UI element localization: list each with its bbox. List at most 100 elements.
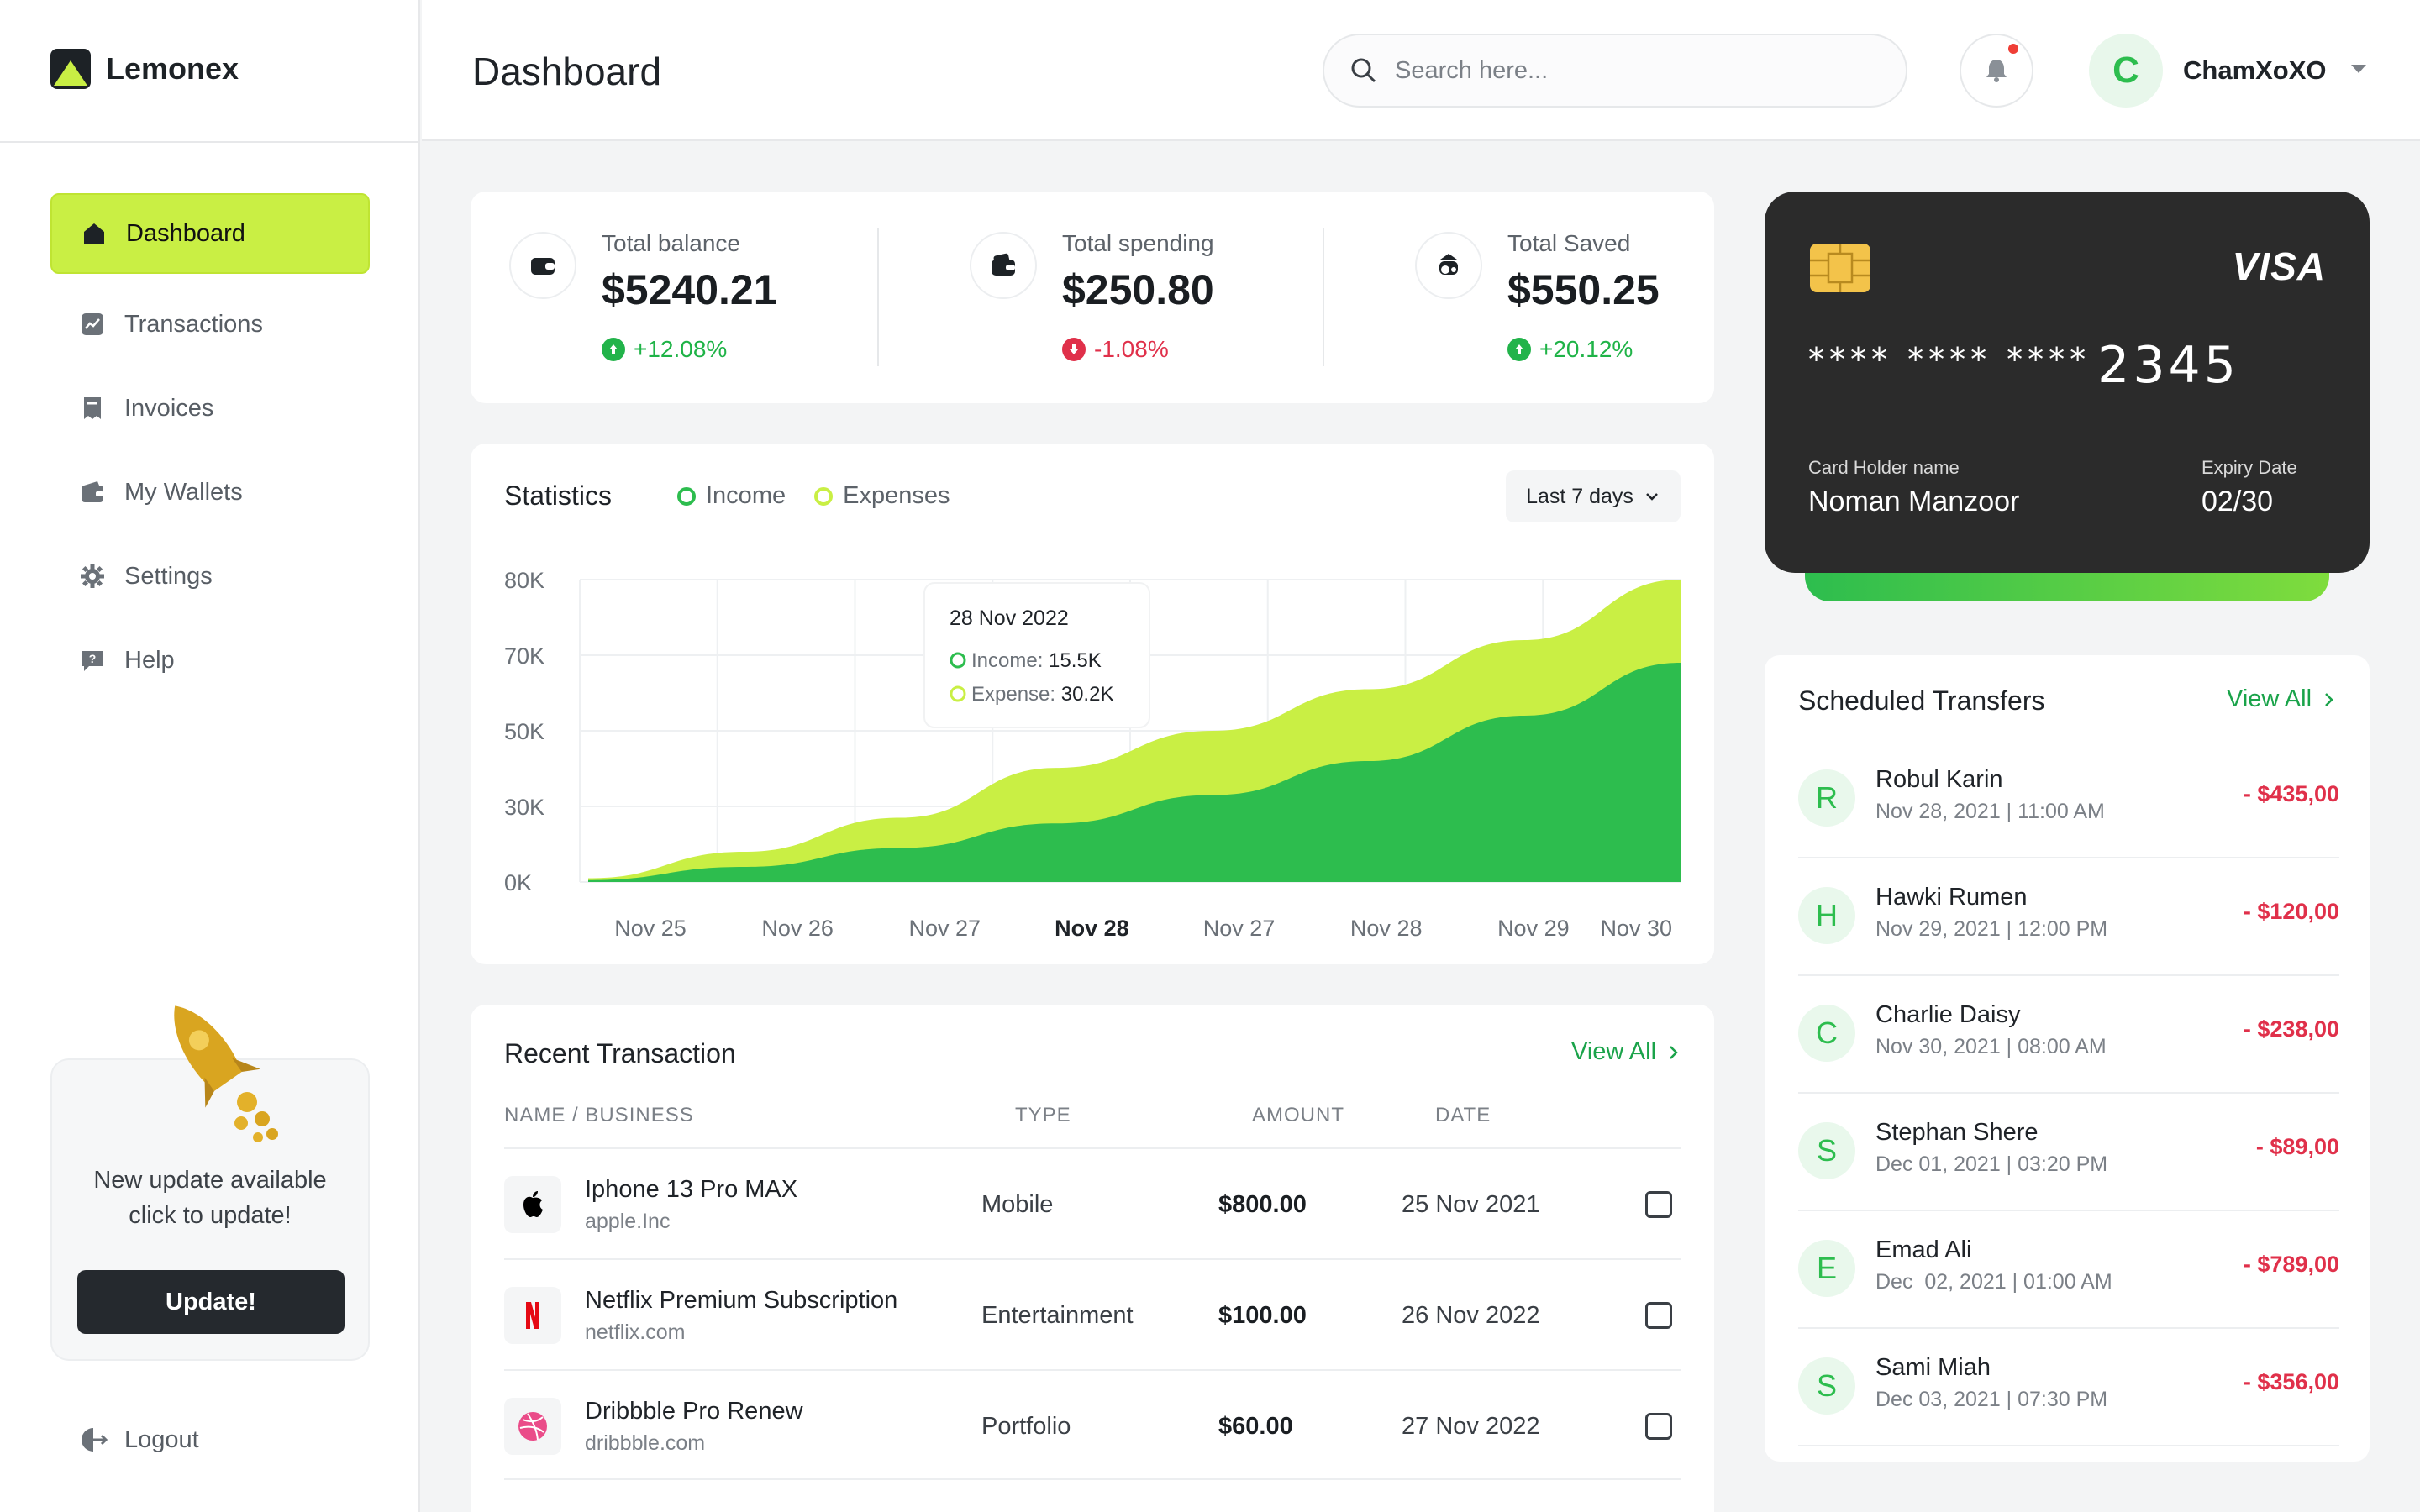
transfer-item[interactable]: E Emad Ali Dec 02, 2021 | 01:00 AM - $78… xyxy=(1798,1211,2339,1329)
table-row[interactable]: Netflix Premium Subscription netflix.com… xyxy=(504,1258,1681,1369)
sidebar-item-my-wallets[interactable]: My Wallets xyxy=(50,452,370,533)
row-date: 26 Nov 2022 xyxy=(1402,1302,1540,1329)
search-box[interactable] xyxy=(1323,34,1907,108)
page-title: Dashboard xyxy=(472,50,662,93)
tooltip-income-value: 15.5K xyxy=(1049,649,1102,672)
sidebar-divider xyxy=(0,141,420,143)
tooltip-date: 28 Nov 2022 xyxy=(950,606,1069,630)
statistics-chart[interactable]: 80K 70K 50K 30K 0K Nov 25 Nov 26 Nov 27 Nov 28 No… xyxy=(471,544,1714,964)
transfer-amount: - $238,00 xyxy=(2243,1016,2339,1042)
sidebar-item-label: Invoices xyxy=(124,394,214,422)
date-range-dropdown[interactable]: Last 7 days xyxy=(1506,470,1681,522)
legend-marker xyxy=(677,486,696,506)
recent-transactions-title: Recent Transaction xyxy=(504,1038,736,1068)
scheduled-transfers-card: Scheduled Transfers View All R Robul Kar… xyxy=(1765,655,2370,1462)
update-button[interactable]: Update! xyxy=(77,1270,345,1334)
row-name: Iphone 13 Pro MAX xyxy=(585,1176,798,1203)
chart-icon xyxy=(79,311,106,338)
table-row[interactable]: Iphone 13 Pro MAX apple.Inc Mobile $800.… xyxy=(504,1147,1681,1258)
transfer-date: Dec 02, 2021 | 01:00 AM xyxy=(1876,1270,2112,1294)
stat-change-value: +12.08% xyxy=(634,336,728,362)
row-checkbox[interactable] xyxy=(1645,1191,1672,1218)
sidebar: Lemonex Dashboard Transactions Invoices xyxy=(0,0,420,1512)
gear-icon xyxy=(79,563,106,590)
transfer-amount: - $435,00 xyxy=(2243,781,2339,806)
stat-label: Total balance xyxy=(602,230,741,256)
notifications-button[interactable] xyxy=(1960,34,2033,108)
chart-legend: Income Expenses xyxy=(677,482,978,510)
view-all-transfers-link[interactable]: View All xyxy=(2227,685,2337,713)
logo[interactable]: Lemonex xyxy=(50,49,239,89)
transfer-item[interactable]: C Charlie Daisy Nov 30, 2021 | 08:00 AM … xyxy=(1798,976,2339,1094)
avatar: H xyxy=(1798,887,1855,944)
avatar: C xyxy=(2089,34,2163,108)
transfer-item[interactable]: S Stephan Shere Dec 01, 2021 | 03:20 PM … xyxy=(1798,1094,2339,1211)
transfer-name: Emad Ali xyxy=(1876,1236,1972,1263)
chevron-right-icon xyxy=(1670,1045,1678,1059)
chevron-down-icon xyxy=(1646,493,1658,501)
search-input[interactable] xyxy=(1395,56,1865,85)
sidebar-item-label: Help xyxy=(124,646,175,674)
legend-label: Income xyxy=(706,482,786,509)
row-date: 25 Nov 2021 xyxy=(1402,1191,1540,1218)
row-name: Dribbble Pro Renew xyxy=(585,1398,803,1425)
row-business: netflix.com xyxy=(585,1320,686,1344)
sidebar-item-invoices[interactable]: Invoices xyxy=(50,368,370,449)
expiry-date: 02/30 xyxy=(2202,486,2274,517)
svg-text:?: ? xyxy=(89,652,97,665)
table-row[interactable]: Dribbble Pro Renew dribbble.com Portfoli… xyxy=(504,1369,1681,1480)
date-range-value: Last 7 days xyxy=(1526,484,1634,508)
x-tick-label: Nov 25 xyxy=(614,916,687,941)
credit-card[interactable]: VISA **** **** **** 2345 Card Holder name… xyxy=(1765,192,2370,573)
legend-expenses[interactable]: Expenses xyxy=(814,482,950,510)
x-tick-label: Nov 26 xyxy=(761,916,834,941)
user-menu[interactable]: C ChamXoXO xyxy=(2089,34,2369,108)
row-name: Netflix Premium Subscription xyxy=(585,1287,898,1314)
legend-marker xyxy=(814,486,834,506)
row-checkbox[interactable] xyxy=(1645,1413,1672,1440)
x-tick-label: Nov 29 xyxy=(1497,916,1570,941)
transfer-item[interactable]: H Hawki Rumen Nov 29, 2021 | 12:00 PM - … xyxy=(1798,858,2339,976)
piggy-bank-icon xyxy=(1415,232,1482,299)
wallet-icon xyxy=(509,232,576,299)
transfer-name: Hawki Rumen xyxy=(1876,884,2028,911)
avatar: R xyxy=(1798,769,1855,827)
transfer-item[interactable]: R Robul Karin Nov 28, 2021 | 11:00 AM - … xyxy=(1798,741,2339,858)
card-number-masked: **** **** **** xyxy=(1808,341,2091,378)
view-all-transactions-link[interactable]: View All xyxy=(1571,1038,1681,1066)
stat-change: -1.08% xyxy=(1062,336,1169,363)
transfer-date: Dec 01, 2021 | 03:20 PM xyxy=(1876,1152,2108,1176)
sidebar-item-dashboard[interactable]: Dashboard xyxy=(50,193,370,274)
bell-icon xyxy=(1986,60,2007,82)
sidebar-item-help[interactable]: ? Help xyxy=(50,620,370,701)
chevron-down-icon xyxy=(2349,59,2369,83)
app-name: Lemonex xyxy=(106,51,239,86)
stat-change-value: -1.08% xyxy=(1094,336,1169,362)
divider xyxy=(877,228,879,366)
transfer-item[interactable]: S Sami Miah Dec 03, 2021 | 07:30 PM - $3… xyxy=(1798,1329,2339,1446)
dribbble-icon xyxy=(504,1398,561,1455)
stat-label: Total Saved xyxy=(1507,230,1631,256)
netflix-icon xyxy=(504,1287,561,1344)
transfer-date: Nov 28, 2021 | 11:00 AM xyxy=(1876,800,2105,823)
row-date: 27 Nov 2022 xyxy=(1402,1413,1540,1440)
x-tick-label: Nov 27 xyxy=(909,916,981,941)
y-tick-label: 0K xyxy=(504,870,532,895)
x-tick-label: Nov 30 xyxy=(1600,916,1672,941)
avatar: E xyxy=(1798,1240,1855,1297)
legend-income[interactable]: Income xyxy=(677,482,786,510)
row-checkbox[interactable] xyxy=(1645,1302,1672,1329)
logout-button[interactable]: Logout xyxy=(79,1425,199,1455)
sidebar-item-settings[interactable]: Settings xyxy=(50,536,370,617)
transfer-amount: - $120,00 xyxy=(2243,899,2339,924)
row-amount: $100.00 xyxy=(1218,1302,1307,1329)
sidebar-item-transactions[interactable]: Transactions xyxy=(50,284,370,365)
stat-value: $5240.21 xyxy=(602,266,777,313)
home-icon xyxy=(81,220,108,247)
expiry-label: Expiry Date xyxy=(2202,457,2297,478)
row-type: Mobile xyxy=(981,1191,1054,1218)
transfer-name: Sami Miah xyxy=(1876,1354,1991,1381)
row-amount: $60.00 xyxy=(1218,1413,1293,1440)
stat-label: Total spending xyxy=(1062,230,1214,256)
chevron-right-icon xyxy=(2325,692,2333,706)
